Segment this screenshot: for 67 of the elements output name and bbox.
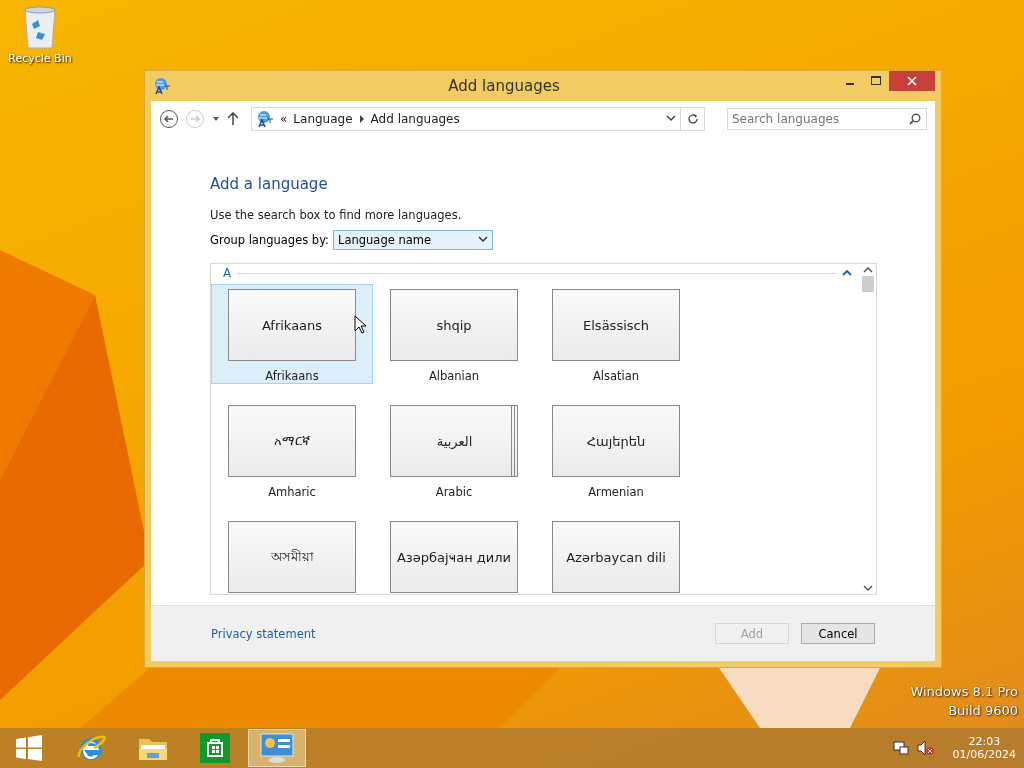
language-name: Arabic bbox=[435, 485, 473, 499]
minimize-icon bbox=[846, 83, 854, 85]
recycle-bin-icon[interactable] bbox=[22, 6, 58, 50]
language-tile[interactable]: አማርኛ bbox=[228, 405, 356, 477]
scrollbar[interactable] bbox=[860, 264, 876, 594]
instruction-text: Use the search box to find more languages. bbox=[210, 208, 463, 222]
language-tile[interactable]: অসমীয়া bbox=[228, 521, 356, 593]
mouse-pointer-icon bbox=[354, 315, 366, 334]
clock[interactable]: 22:03 01/06/2024 bbox=[952, 735, 1016, 761]
chevron-down-icon[interactable] bbox=[666, 115, 676, 123]
scroll-up-icon[interactable] bbox=[863, 266, 873, 274]
watermark-text: Build 9600 bbox=[948, 703, 1018, 718]
language-name: Armenian bbox=[588, 485, 644, 499]
group-by-label: Group languages by: bbox=[210, 233, 329, 247]
group-by-dropdown[interactable]: Language name bbox=[333, 230, 493, 250]
language-item[interactable]: Elsässisch Alsatian bbox=[535, 284, 697, 384]
language-name: Afrikaans bbox=[265, 369, 319, 383]
language-item[interactable]: Հայերեն Armenian bbox=[535, 400, 697, 500]
window-title: Add languages bbox=[447, 77, 561, 95]
language-tile[interactable]: shqip bbox=[390, 289, 518, 361]
chevron-down-icon bbox=[478, 236, 488, 244]
refresh-button[interactable] bbox=[681, 107, 705, 131]
breadcrumb-item[interactable]: Language bbox=[293, 112, 353, 126]
muted-speaker-icon[interactable] bbox=[916, 740, 935, 756]
language-globe-icon bbox=[256, 110, 274, 128]
language-tile[interactable]: Afrikaans bbox=[228, 289, 356, 361]
taskbar-button[interactable] bbox=[248, 729, 306, 767]
back-button[interactable] bbox=[159, 109, 179, 129]
dialog-button[interactable]: Cancel bbox=[801, 623, 875, 644]
language-name: Alsatian bbox=[592, 369, 640, 383]
language-name: Albanian bbox=[428, 369, 480, 383]
language-item[interactable]: Afrikaans Afrikaans bbox=[211, 284, 373, 384]
language-name: Amharic bbox=[268, 485, 316, 499]
language-tile[interactable]: العربية bbox=[390, 405, 518, 477]
language-item[interactable]: Azərbaycan dili bbox=[535, 516, 697, 594]
watermark-text: Windows 8.1 Pro bbox=[910, 684, 1018, 699]
browser-icon bbox=[75, 733, 107, 763]
breadcrumb-overflow[interactable]: « bbox=[280, 112, 288, 126]
language-item[interactable]: Азәрбајҹан дили bbox=[373, 516, 535, 594]
address-bar[interactable]: « Language Add languages bbox=[251, 107, 681, 131]
language-item[interactable]: অসমীয়া bbox=[211, 516, 373, 594]
close-icon bbox=[907, 76, 917, 86]
up-button[interactable] bbox=[227, 112, 239, 126]
breadcrumb-item[interactable]: Add languages bbox=[370, 112, 460, 126]
breadcrumb-arrow-icon bbox=[358, 115, 365, 123]
maximize-icon bbox=[871, 76, 881, 86]
collapse-icon[interactable] bbox=[842, 269, 852, 277]
language-tile[interactable]: Azərbaycan dili bbox=[552, 521, 680, 593]
language-tile[interactable]: Հայերեն bbox=[552, 405, 680, 477]
language-globe-icon bbox=[153, 77, 171, 95]
store-icon bbox=[200, 733, 230, 763]
search-icon bbox=[909, 113, 921, 125]
desktop-icon-label: Recycle Bin bbox=[8, 52, 72, 65]
scroll-down-icon[interactable] bbox=[863, 584, 873, 592]
privacy-link[interactable]: Privacy statement bbox=[211, 626, 316, 641]
network-icon[interactable] bbox=[892, 740, 909, 756]
refresh-icon bbox=[687, 113, 698, 125]
group-header: A bbox=[223, 266, 232, 280]
scrollbar-thumb[interactable] bbox=[862, 276, 874, 292]
windows-logo-icon bbox=[16, 735, 42, 761]
language-item[interactable]: shqip Albanian bbox=[373, 284, 535, 384]
language-tile[interactable]: Азәрбајҹан дили bbox=[390, 521, 518, 593]
search-field[interactable]: Search languages bbox=[727, 108, 927, 130]
language-tile[interactable]: Elsässisch bbox=[552, 289, 680, 361]
control-panel-icon bbox=[259, 732, 295, 764]
language-item[interactable]: አማርኛ Amharic bbox=[211, 400, 373, 500]
page-heading: Add a language bbox=[210, 175, 329, 193]
